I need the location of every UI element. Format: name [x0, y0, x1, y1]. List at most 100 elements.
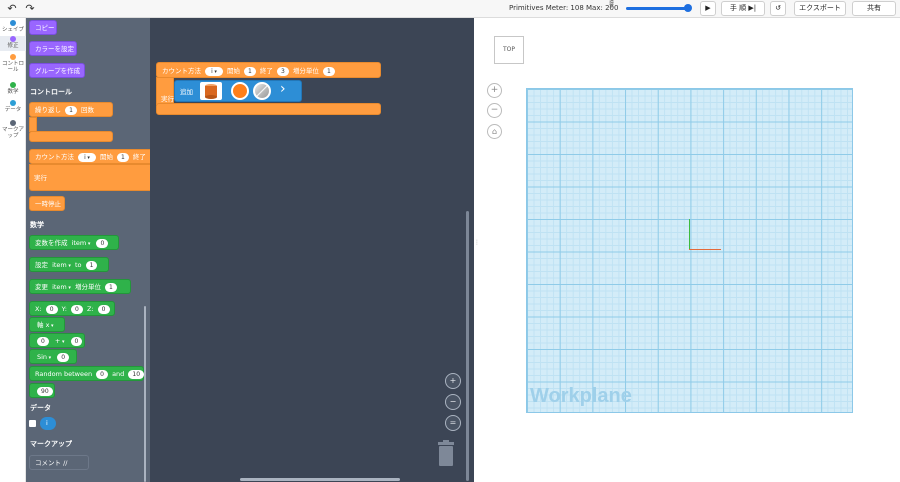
variable-init-input[interactable]: 0 — [96, 238, 109, 248]
viewport-zoom-in-button[interactable]: + — [487, 83, 502, 98]
category-label: 修正 — [7, 43, 19, 49]
change-value-input[interactable]: 1 — [105, 282, 117, 292]
sin-input[interactable]: 0 — [57, 352, 70, 362]
shape-selector[interactable] — [200, 82, 222, 100]
share-label: 共有 — [867, 4, 881, 12]
expand-chevron-icon[interactable]: › — [280, 81, 286, 97]
count-var-dropdown[interactable]: i — [78, 152, 96, 162]
workspace-step-input[interactable]: 1 — [322, 66, 335, 76]
comment-block[interactable]: コメント // — [29, 455, 89, 470]
create-variable-label: 変数を作成 — [35, 239, 68, 247]
workplane-label: Workplane — [530, 385, 632, 407]
speed-slider-handle[interactable] — [684, 4, 692, 12]
repeat-block[interactable]: 繰り返し 1 回数 — [29, 102, 113, 117]
share-button[interactable]: 共有 — [852, 1, 896, 16]
axis-dropdown[interactable]: 軸 x — [37, 318, 54, 334]
pause-label: 一時停止 — [35, 200, 61, 208]
repeat-count-input[interactable]: 1 — [65, 105, 77, 115]
change-by-label: 増分単位 — [74, 283, 101, 291]
count-start-input[interactable]: 1 — [117, 152, 129, 162]
random-min-input[interactable]: 0 — [96, 369, 108, 379]
category-dot — [10, 120, 16, 126]
workspace-zoom-reset-button[interactable]: = — [445, 415, 461, 431]
data-variable-label: i — [46, 419, 48, 427]
undo-icon[interactable]: ↶ — [4, 1, 20, 17]
color-picker[interactable] — [231, 82, 249, 100]
number-block[interactable]: 90 — [29, 383, 55, 398]
change-variable-block[interactable]: 変更 item 増分単位 1 — [29, 279, 131, 294]
set-color-block[interactable]: カラーを設定 — [29, 41, 77, 56]
axis-block[interactable]: 軸 x — [29, 317, 65, 332]
flyout-scrollbar[interactable] — [144, 306, 146, 482]
set-value-input[interactable]: 1 — [85, 260, 98, 270]
y-input[interactable]: 0 — [71, 304, 83, 314]
set-variable-dropdown[interactable]: item — [52, 258, 71, 274]
zoom-reset-icon: = — [449, 418, 457, 427]
category-math[interactable]: 数学 — [0, 82, 26, 95]
workspace-count-block[interactable]: カウント方法 i 開始 1 終了 3 増分単位 1 — [156, 62, 381, 78]
control-section-header: コントロール — [30, 88, 72, 96]
number-input[interactable]: 90 — [37, 386, 53, 396]
viewport-zoom-out-button[interactable]: − — [487, 103, 502, 118]
variable-dropdown[interactable]: item — [72, 236, 91, 252]
count-block-body: 実行 — [29, 164, 154, 191]
sin-block[interactable]: Sin 0 — [29, 349, 77, 364]
workspace-step-label: 増分単位 — [292, 67, 319, 75]
viewport-home-button[interactable]: ⌂ — [487, 124, 502, 139]
operand-b-input[interactable]: 0 — [70, 336, 83, 346]
data-variable-block[interactable]: i — [40, 417, 56, 430]
data-checkbox[interactable] — [29, 420, 36, 427]
set-variable-block[interactable]: 設定 item to 1 — [29, 257, 109, 272]
workspace-horizontal-scrollbar[interactable] — [240, 478, 400, 481]
trash-icon[interactable] — [436, 440, 456, 468]
change-variable-dropdown[interactable]: item — [52, 280, 71, 296]
xyz-block[interactable]: X: 0 Y: 0 Z: 0 — [29, 301, 115, 316]
arithmetic-block[interactable]: 0 + 0 — [29, 333, 85, 348]
speed-slider[interactable] — [626, 7, 690, 10]
comment-label: コメント // — [35, 459, 68, 467]
category-control[interactable]: コントロール — [0, 54, 26, 73]
operator-dropdown[interactable]: + — [55, 334, 65, 350]
panel-resize-handle[interactable]: ⋮ — [474, 238, 480, 248]
count-do-label: 実行 — [34, 174, 47, 182]
create-variable-block[interactable]: 変数を作成 item 0 — [29, 235, 119, 250]
sin-dropdown[interactable]: Sin — [37, 350, 51, 366]
count-block[interactable]: カウント方法 i 開始 1 終了 — [29, 149, 154, 164]
x-input[interactable]: 0 — [45, 304, 58, 314]
workspace-count-var-dropdown[interactable]: i — [205, 66, 223, 76]
workspace-end-label: 終了 — [259, 67, 273, 75]
view-cube[interactable]: TOP — [494, 36, 524, 64]
reset-button[interactable]: ↺ — [770, 1, 786, 16]
random-block[interactable]: Random between 0 and 10 — [29, 366, 145, 381]
copy-block[interactable]: コピー — [29, 20, 57, 35]
random-max-input[interactable]: 10 — [128, 369, 145, 379]
step-button[interactable]: 手 順 ▶| — [721, 1, 765, 16]
workspace-zoom-out-button[interactable]: − — [445, 394, 461, 410]
create-group-block[interactable]: グループを作成 — [29, 63, 85, 78]
workspace-vertical-scrollbar[interactable] — [466, 211, 469, 481]
workplane-grid[interactable] — [526, 88, 853, 413]
category-modify[interactable]: 修正 — [0, 36, 26, 51]
hole-toggle[interactable] — [253, 82, 271, 100]
z-input[interactable]: 0 — [97, 304, 110, 314]
minus-icon: − — [490, 105, 499, 115]
app-root: ↶ ↷ Primitives Meter: 108 Max: 200 遠 景 ▶… — [0, 0, 900, 482]
count-start-label: 開始 — [99, 153, 113, 161]
workspace-start-input[interactable]: 1 — [244, 66, 256, 76]
plus-icon: + — [490, 85, 499, 95]
cylinder-icon — [205, 84, 217, 99]
category-dot — [10, 82, 16, 88]
pause-block[interactable]: 一時停止 — [29, 196, 65, 211]
category-data[interactable]: データ — [0, 100, 26, 113]
operand-a-input[interactable]: 0 — [37, 336, 49, 346]
export-button[interactable]: エクスポート — [794, 1, 846, 16]
category-shapes[interactable]: シェイプ — [0, 20, 26, 33]
export-label: エクスポート — [799, 4, 841, 12]
category-label: マークアップ — [1, 127, 24, 139]
workspace-end-input[interactable]: 3 — [277, 66, 289, 76]
workspace-zoom-in-button[interactable]: + — [445, 373, 461, 389]
play-button[interactable]: ▶ — [700, 1, 716, 16]
category-markup[interactable]: マークアップ — [0, 120, 26, 139]
category-dot — [10, 54, 16, 60]
redo-icon[interactable]: ↷ — [22, 1, 38, 17]
